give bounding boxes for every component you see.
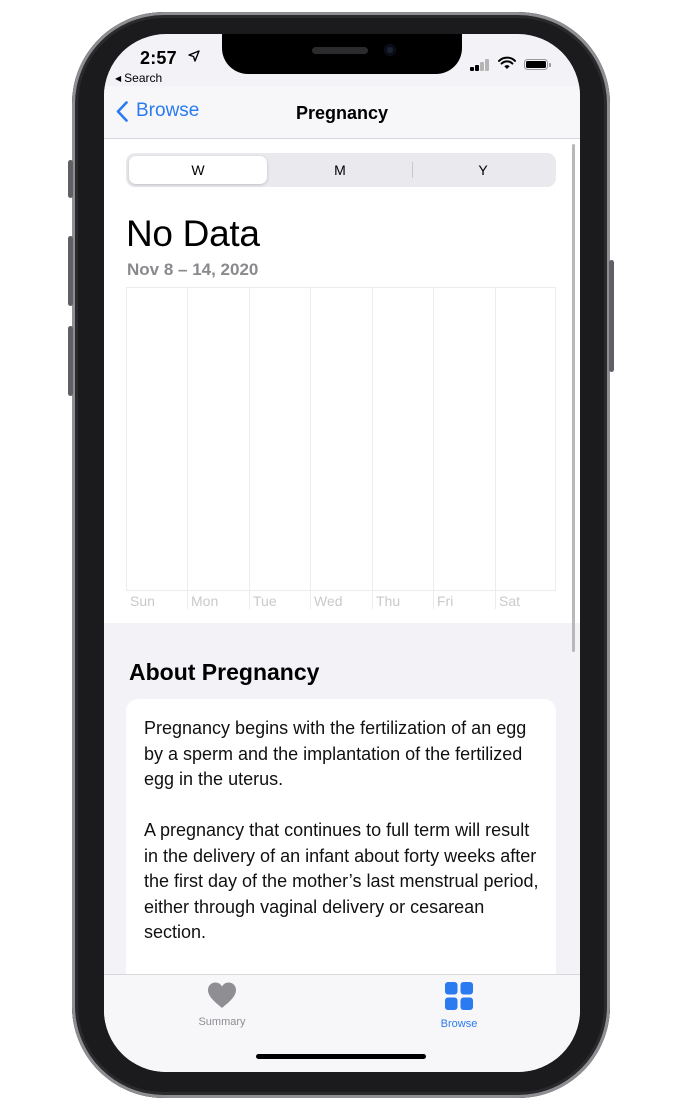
chart-tick-label: Sat xyxy=(499,593,521,609)
battery-icon xyxy=(524,59,551,70)
chart-gridline xyxy=(372,287,373,609)
chart-gridline xyxy=(187,287,188,609)
chart-gridline xyxy=(495,287,496,609)
segment-month[interactable]: M xyxy=(269,156,411,184)
cellular-signal-icon xyxy=(470,59,490,71)
chart-tick-label: Fri xyxy=(437,593,454,609)
about-card: Pregnancy begins with the fertilization … xyxy=(126,699,556,1019)
scroll-indicator[interactable] xyxy=(572,144,575,652)
time-range-segmented-control: W M Y xyxy=(126,153,556,187)
about-paragraph: Pregnancy begins with the fertilization … xyxy=(144,718,527,789)
heart-icon xyxy=(208,982,236,1008)
tab-browse[interactable]: Browse xyxy=(399,981,519,1030)
page-title: Pregnancy xyxy=(295,103,389,123)
chart-value-text: No Data xyxy=(126,213,260,254)
back-to-app-link[interactable]: ◀ Search xyxy=(115,71,162,85)
tab-summary-label: Summary xyxy=(198,1016,246,1028)
volume-down-button xyxy=(68,326,73,396)
tab-summary[interactable]: Summary xyxy=(162,981,282,1028)
chart-tick-label: Thu xyxy=(376,593,401,609)
chart-tick-label: Sun xyxy=(130,593,155,609)
chart-tick-label: Wed xyxy=(314,593,343,609)
wifi-icon xyxy=(498,56,516,69)
chart-gridline xyxy=(249,287,250,609)
chart-gridline xyxy=(310,287,311,609)
notch xyxy=(222,34,462,74)
about-paragraph: A pregnancy that continues to full term … xyxy=(144,820,539,942)
segment-year[interactable]: Y xyxy=(413,156,553,184)
navigation-bar: Browse Pregnancy xyxy=(104,86,580,139)
earpiece-speaker xyxy=(312,47,368,54)
chart-tick-label: Tue xyxy=(253,593,277,609)
chart-plot-frame xyxy=(126,287,556,591)
phone-screen: 2:57 ◀ Search Browse Pregnancy W M Y No … xyxy=(104,34,580,1072)
volume-up-button xyxy=(68,236,73,306)
weekly-chart: Sun Mon Tue Wed Thu Fri Sat xyxy=(126,287,558,609)
grid-icon xyxy=(445,982,473,1010)
chart-gridline xyxy=(433,287,434,609)
chart-date-range: Nov 8 – 14, 2020 xyxy=(127,260,259,279)
about-section-title: About Pregnancy xyxy=(129,659,320,685)
front-camera xyxy=(384,44,396,56)
back-app-label: Search xyxy=(124,71,163,85)
chart-card: W M Y No Data Nov 8 – 14, 2020 Sun Mon Tue… xyxy=(104,139,580,623)
power-button xyxy=(609,260,614,372)
mute-switch xyxy=(68,160,73,198)
chart-tick-label: Mon xyxy=(191,593,219,609)
location-arrow-icon xyxy=(188,50,200,62)
home-indicator[interactable] xyxy=(256,1054,426,1059)
back-triangle-icon: ◀ xyxy=(115,74,122,83)
segment-week[interactable]: W xyxy=(129,156,267,184)
status-time: 2:57 xyxy=(140,48,177,68)
tab-browse-label: Browse xyxy=(440,1018,478,1030)
